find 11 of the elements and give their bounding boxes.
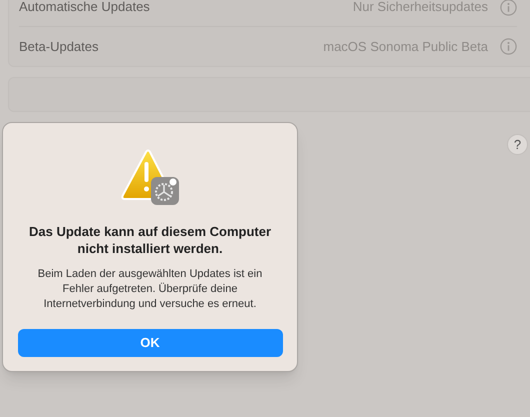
help-button[interactable]: ? — [507, 134, 528, 155]
ok-button[interactable]: OK — [18, 329, 282, 357]
alert-title: Das Update kann auf diesem Computer nicht installiert werden. — [28, 223, 272, 257]
info-icon[interactable] — [500, 0, 517, 16]
setting-label: Automatische Updates — [19, 0, 150, 16]
warning-gear-icon — [119, 149, 181, 207]
alert-message: Beim Laden der ausgewählten Updates ist ein Fehler aufgetreten. Überprüfe deine Internetverbindung und versuche es erneut. — [36, 267, 264, 312]
info-icon[interactable] — [500, 38, 517, 55]
setting-value: Nur Sicherheitsupdates — [352, 0, 488, 16]
setting-value: macOS Sonoma Public Beta — [323, 38, 488, 56]
setting-label: Beta-Updates — [19, 38, 98, 56]
